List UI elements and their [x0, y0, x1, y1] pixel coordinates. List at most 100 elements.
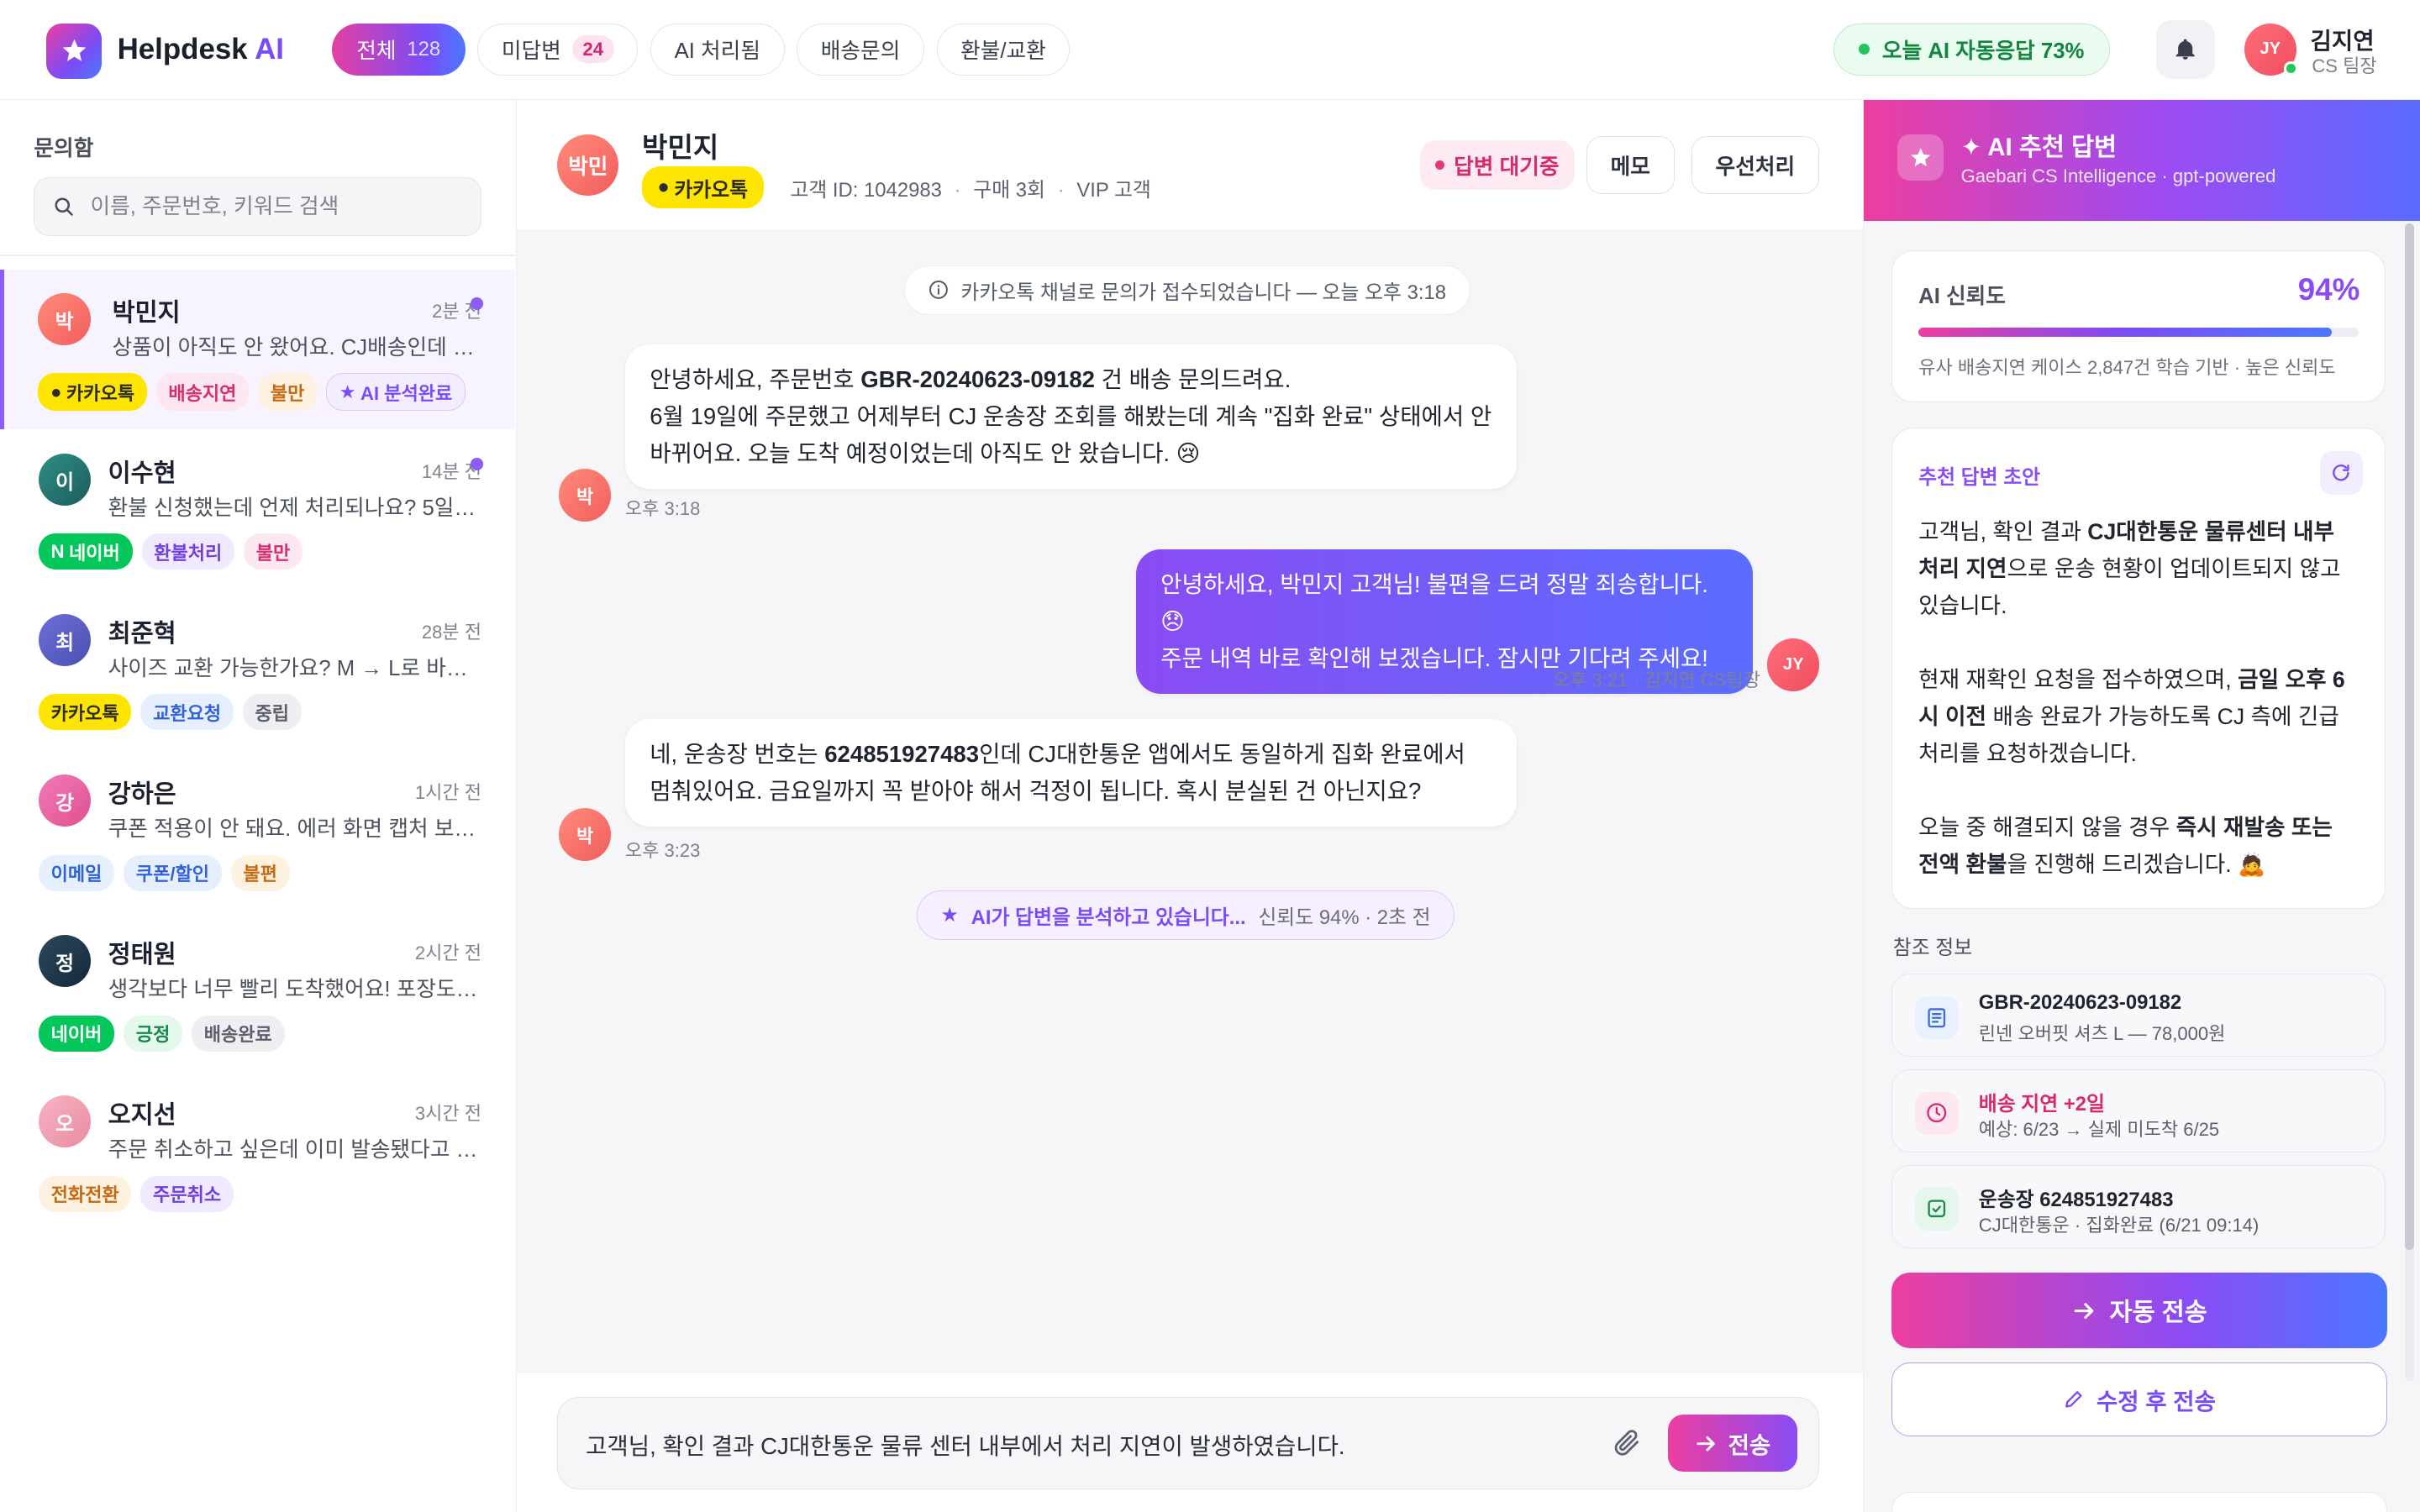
tag: 배송완료 [192, 1015, 285, 1052]
panel-next-card [1891, 1492, 2387, 1512]
conversation-time: 3시간 전 [414, 1102, 482, 1124]
sentiment-tag: 불편 [230, 854, 290, 891]
pencil-icon [2063, 1389, 2085, 1410]
conversation-item[interactable]: 최 최준혁 28분 전 사이즈 교환 가능한가요? M → L로 바꾸고 싶어요… [0, 591, 515, 749]
panel-header: ✦ AI 추천 답변 Gaebari CS Intelligence · gpt… [1863, 100, 2420, 221]
system-notice: 카카오톡 채널로 문의가 접수되었습니다 — 오늘 오후 3:18 [904, 265, 1470, 315]
channel-tag-kakao: 카카오톡 [38, 694, 132, 731]
inbox-title: 문의함 [34, 137, 94, 161]
avatar: 강 [38, 774, 92, 827]
conversation-preview: 주문 취소하고 싶은데 이미 발송됐다고 나와요 [108, 1138, 483, 1163]
message-input[interactable] [582, 1428, 1586, 1459]
sentiment-tag: 불만 [244, 533, 302, 570]
conversation-preview: 환불 신청했는데 언제 처리되나요? 5일째 기다리고 있어요 [108, 496, 483, 521]
priority-button[interactable]: 우선처리 [1691, 135, 1819, 195]
tag: 환불처리 [141, 533, 234, 570]
customer-avatar: 박민 [557, 134, 619, 197]
tab-shipping[interactable]: 배송문의 [797, 23, 924, 76]
refresh-icon[interactable] [2319, 451, 2363, 495]
reference-title: GBR-20240623-09182 [1978, 991, 2182, 1015]
tab-unanswered[interactable]: 미답변 24 [477, 23, 639, 76]
composer: 전송 [557, 1397, 1820, 1490]
tag: 배송지연 [155, 373, 250, 412]
auto-send-button[interactable]: 자동 전송 [1891, 1273, 2387, 1349]
send-button[interactable]: 전송 [1667, 1415, 1797, 1473]
naver-n-icon: N [50, 540, 65, 562]
user-role: CS 팀장 [2312, 55, 2377, 76]
notification-bell-icon[interactable] [2155, 19, 2215, 79]
chat-area: 박민 박민지 ● 카카오톡 고객 ID: 1042983 · 구매 3회 · VIP 고… [517, 100, 1863, 1512]
reference-delay[interactable]: 배송 지연 +2일 예상: 6/23 → 실제 미도착 6/25 [1891, 1068, 2386, 1152]
conversation-item[interactable]: 이 이수현 14분 전 환불 신청했는데 언제 처리되나요? 5일째 기다리고 … [0, 430, 515, 589]
sentiment-tag: 불만 [258, 373, 318, 412]
tab-refund-exchange[interactable]: 환불/교환 [936, 23, 1071, 76]
reference-tracking[interactable]: 운송장 624851927483 CJ대한통운 · 집화완료 (6/21 09:… [1891, 1164, 2386, 1248]
user-avatar[interactable]: JY [2244, 23, 2298, 76]
tab-unanswered-count: 24 [571, 35, 614, 64]
conversation-name: 이수현 [108, 459, 176, 487]
tab-ai-processed[interactable]: AI 처리됨 [650, 23, 785, 76]
info-icon [929, 280, 949, 300]
arrow-right-icon [1694, 1431, 1718, 1456]
avatar: 최 [38, 613, 92, 667]
conversation-preview: 생각보다 너무 빨리 도착했어요! 포장도 꼼꼼하고 좋네요 [108, 978, 483, 1002]
conversation-preview: 상품이 아직도 안 왔어요. CJ배송인데 조회해보니 계속 집화 완료 상태예… [112, 336, 487, 360]
confidence-bar [1918, 328, 2359, 338]
draft-label: 추천 답변 초안 [1918, 466, 2041, 490]
reference-subtitle: CJ대한통운 · 집화완료 (6/21 09:14) [1978, 1214, 2260, 1236]
confidence-card: AI 신뢰도 94% 유사 배송지연 케이스 2,847건 학습 기반 · 높은… [1891, 249, 2386, 403]
panel-scrollbar-thumb[interactable] [2404, 223, 2414, 1250]
document-icon [1915, 995, 1959, 1040]
status-badge: 답변 대기중 [1419, 140, 1575, 190]
ai-auto-response-rate-badge: 오늘 AI 자동응답 73% [1833, 23, 2110, 76]
app-logo-icon [46, 23, 103, 79]
channel-tag-kakao: ● 카카오톡 [38, 373, 147, 412]
avatar: 이 [38, 453, 92, 507]
avatar: 정 [38, 935, 92, 988]
conversation-item-selected[interactable]: 박 박민지 2분 전 상품이 아직도 안 왔어요. CJ배송인데 조회해보니 계… [0, 270, 516, 429]
tab-all[interactable]: 전체 128 [331, 23, 466, 76]
conversation-preview: 쿠폰 적용이 안 돼요. 에러 화면 캡처 보내드려요 [108, 817, 483, 842]
sentiment-tag: 긍정 [124, 1015, 183, 1052]
attach-paperclip-icon[interactable] [1612, 1427, 1643, 1458]
conversation-name: 최준혁 [108, 619, 176, 648]
conversation-item[interactable]: 정 정태원 2시간 전 생각보다 너무 빨리 도착했어요! 포장도 꼼꼼하고 좋… [0, 911, 515, 1070]
clock-icon [1915, 1091, 1959, 1135]
unread-dot [471, 297, 483, 311]
tag: 주문취소 [140, 1175, 234, 1212]
conversation-name: 강하은 [108, 780, 176, 808]
conversation-name: 정태원 [108, 941, 176, 969]
avatar: 박 [38, 292, 91, 346]
reference-label: 참조 정보 [1892, 936, 1973, 959]
avatar: 오 [38, 1095, 92, 1148]
inbox-sidebar: 문의함 박 박민지 2분 전 상품이 아직도 안 왔어요. CJ배송인데 조회해… [0, 100, 518, 1512]
channel-tag-kakao: ● 카카오톡 [642, 166, 764, 209]
conversation-time: 1시간 전 [414, 781, 482, 803]
edit-and-send-button[interactable]: 수정 후 전송 [1891, 1362, 2387, 1436]
chat-header: 박민 박민지 ● 카카오톡 고객 ID: 1042983 · 구매 3회 · VIP 고… [517, 100, 1863, 232]
confidence-bar-fill [1918, 328, 2333, 338]
memo-button[interactable]: 메모 [1586, 135, 1675, 195]
customer-meta: 고객 ID: 1042983 · 구매 3회 · VIP 고객 [790, 178, 1151, 202]
reference-order[interactable]: GBR-20240623-09182 린넨 오버핏 셔츠 L — 78,000원 [1891, 973, 2386, 1058]
ai-star-icon [1897, 134, 1944, 181]
top-header: Helpdesk AI 전체 128 미답변 24 AI 처리됨 배송문의 환불/교… [0, 0, 2420, 101]
agent-avatar: JY [1767, 638, 1820, 691]
conversation-item[interactable]: 강 강하은 1시간 전 쿠폰 적용이 안 돼요. 에러 화면 캡처 보내드려요 … [0, 751, 515, 910]
customer-name: 박민지 [642, 132, 719, 164]
arrow-right-icon [2071, 1298, 2097, 1324]
message-time: 오후 3:23 [624, 840, 701, 862]
search-box[interactable] [34, 177, 482, 236]
search-input[interactable] [87, 192, 458, 221]
online-status-dot [2284, 61, 2298, 76]
channel-tag-email: 이메일 [38, 854, 115, 891]
reference-subtitle: 린넨 오버핏 셔츠 L — 78,000원 [1978, 1023, 2226, 1045]
confidence-value: 94% [2297, 272, 2360, 307]
conversation-item[interactable]: 오 오지선 3시간 전 주문 취소하고 싶은데 이미 발송됐다고 나와요 전화전… [0, 1072, 515, 1231]
composer-bar: 전송 [517, 1371, 1863, 1512]
conversation-name: 박민지 [112, 298, 181, 327]
reference-subtitle: 예상: 6/23 → 실제 미도착 6/25 [1978, 1119, 2220, 1141]
channel-tag-naver: N 네이버 [38, 533, 133, 570]
message-time: 오후 3:21 · 김지연 CS팀장 [1552, 669, 1760, 690]
chat-bubble-icon: ● [50, 381, 62, 402]
